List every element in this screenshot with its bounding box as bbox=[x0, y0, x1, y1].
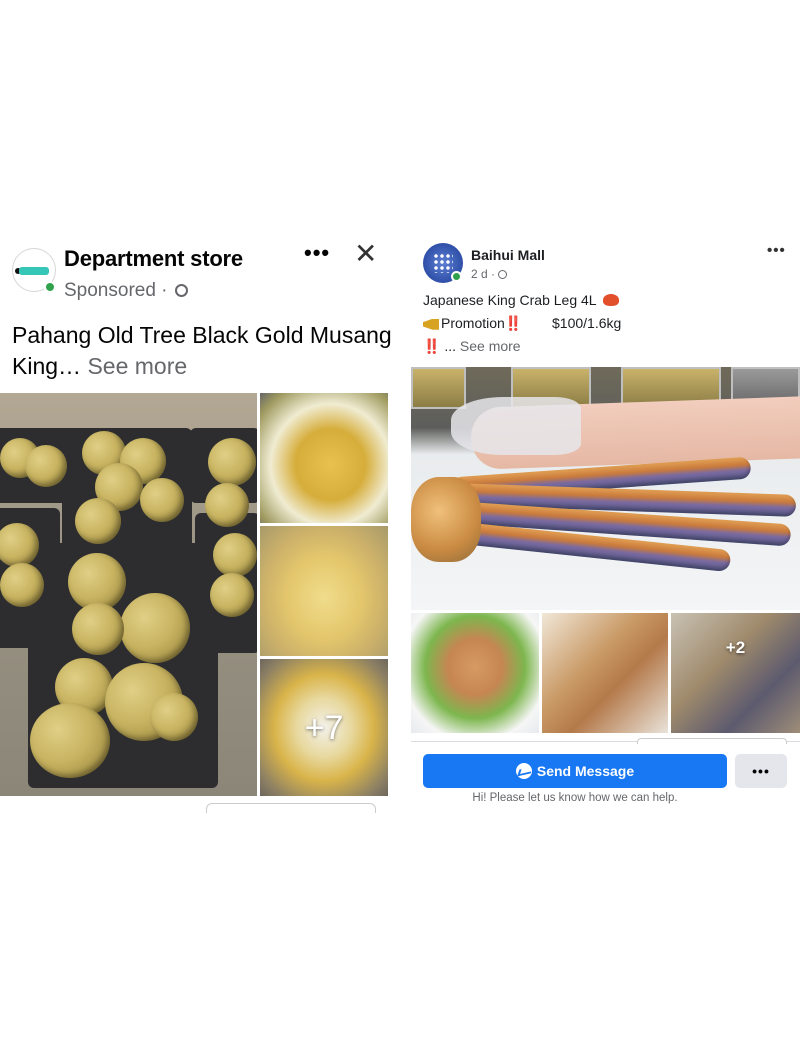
post-time: 2 d · bbox=[471, 267, 508, 281]
sponsored-text: Sponsored · bbox=[64, 280, 168, 301]
main-photo-crab-legs[interactable] bbox=[411, 367, 800, 610]
see-more-link[interactable]: See more bbox=[460, 338, 521, 354]
send-message-button[interactable]: Send Message bbox=[423, 754, 727, 788]
photo-thumbnail-3[interactable]: +7 bbox=[260, 659, 388, 796]
product-title: Japanese King Crab Leg 4L bbox=[423, 292, 597, 308]
sponsored-label: Sponsored · bbox=[64, 280, 188, 302]
megaphone-emoji-icon bbox=[423, 318, 439, 330]
mall-logo-icon bbox=[433, 253, 453, 273]
ellipsis-text: ... bbox=[444, 338, 456, 354]
page-avatar[interactable] bbox=[12, 248, 56, 293]
photo-thumbnail-1[interactable] bbox=[411, 613, 539, 733]
page-avatar[interactable] bbox=[423, 243, 463, 283]
globe-icon bbox=[498, 270, 508, 279]
action-button-edge bbox=[206, 803, 376, 813]
photo-gallery: +7 bbox=[0, 393, 400, 796]
post-text-line-2: Promotion‼️ bbox=[423, 315, 522, 332]
more-actions-button[interactable]: ••• bbox=[735, 754, 787, 788]
page-name[interactable]: Baihui Mall bbox=[471, 247, 545, 263]
post-time-text: 2 d · bbox=[471, 267, 496, 281]
photo-thumbnail-1[interactable] bbox=[260, 393, 388, 523]
message-hint-text: Hi! Please let us know how we can help. bbox=[472, 792, 678, 804]
post-text-main: Pahang Old Tree Black Gold Musang King… bbox=[12, 322, 392, 379]
see-more-link[interactable]: See more bbox=[87, 353, 187, 379]
post-text: Pahang Old Tree Black Gold Musang King… … bbox=[12, 320, 392, 382]
store-logo-bar bbox=[19, 267, 49, 275]
promotion-label: Promotion bbox=[441, 315, 505, 331]
more-photos-count: +7 bbox=[304, 709, 344, 747]
double-exclamation-icon: ‼️ bbox=[423, 338, 441, 354]
online-status-dot bbox=[44, 281, 56, 293]
send-message-label: Send Message bbox=[536, 763, 635, 779]
messenger-icon bbox=[515, 763, 532, 779]
post-text-line-3: ‼️ ... See more bbox=[423, 338, 521, 355]
close-button[interactable]: ✕ bbox=[354, 240, 377, 268]
globe-icon bbox=[174, 284, 188, 297]
double-exclamation-icon: ‼️ bbox=[504, 315, 523, 331]
photo-thumbnail-3[interactable]: +2 bbox=[671, 613, 800, 733]
online-status-dot bbox=[451, 271, 462, 282]
photo-thumbnail-2[interactable] bbox=[542, 613, 668, 733]
right-ad-post: Baihui Mall 2 d · ••• Japanese King Crab… bbox=[411, 240, 800, 810]
crab-emoji-icon bbox=[602, 294, 619, 307]
left-ad-post: Department store Sponsored · ••• ✕ Pahan… bbox=[0, 240, 400, 813]
page-name[interactable]: Department store bbox=[64, 246, 243, 272]
more-options-button[interactable]: ••• bbox=[767, 242, 786, 259]
more-options-button[interactable]: ••• bbox=[304, 240, 330, 266]
main-photo-durians[interactable] bbox=[0, 393, 257, 796]
post-text-line-1: Japanese King Crab Leg 4L bbox=[423, 292, 619, 308]
action-button-edge bbox=[637, 738, 787, 744]
photo-thumbnail-2[interactable] bbox=[260, 526, 388, 656]
price-text: $100/1.6kg bbox=[552, 315, 622, 331]
more-photos-count: +2 bbox=[725, 638, 746, 657]
